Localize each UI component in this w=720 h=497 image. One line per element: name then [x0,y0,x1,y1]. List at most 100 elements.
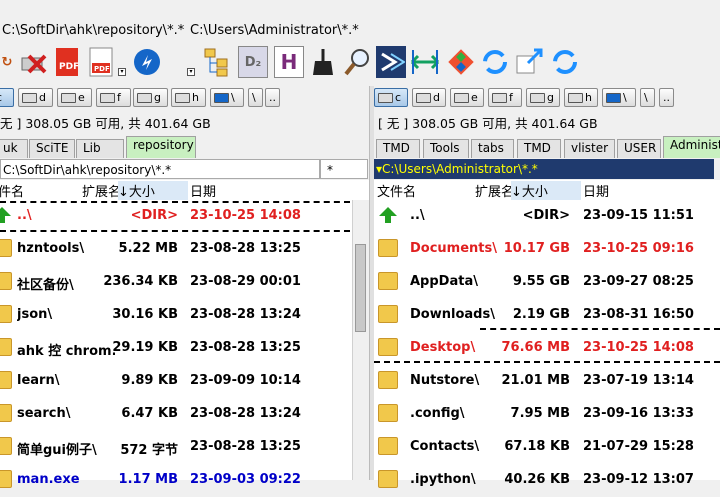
left-drive-f[interactable]: f [96,88,131,107]
right-file-row[interactable]: ..\ <DIR> 23-09-15 11:51 [374,200,720,233]
console-icon[interactable] [376,46,406,78]
left-root-button[interactable]: \ [248,88,263,107]
right-parent-button[interactable]: .. [659,88,674,107]
left-scroll-thumb[interactable] [355,244,366,332]
chevron-down-icon[interactable]: ▾ [374,162,382,176]
right-file-row[interactable]: Nutstore\ 21.01 MB 23-07-19 13:14 [374,365,720,398]
sync-alt-icon[interactable] [550,46,580,78]
left-drive-h[interactable]: h [171,88,206,107]
folder-icon [378,272,398,290]
left-tab-1[interactable]: uk [0,139,28,158]
folder-icon [378,338,398,356]
right-drive-f[interactable]: f [488,88,522,107]
folder-icon [0,404,12,422]
sync-icon[interactable] [480,46,510,78]
right-header-name[interactable]: 文件名 [377,181,416,200]
right-tab-2[interactable]: Tools [423,139,469,158]
left-header-ext[interactable]: 扩展名 [82,181,121,200]
right-file-row[interactable]: Downloads\ 2.19 GB 23-08-31 16:50 [374,299,720,332]
right-file-row[interactable]: Desktop\ 76.66 MB 23-10-25 14:08 [374,332,720,365]
file-date: 23-08-28 13:24 [190,406,301,421]
right-drive-e[interactable]: e [450,88,484,107]
right-drive-c[interactable]: c [374,88,408,107]
right-current-path[interactable]: C:\Users\Administrator\*.* [190,23,359,38]
right-header-date[interactable]: 日期 [583,181,609,200]
right-header-size[interactable]: ↓大小 [511,181,581,200]
left-file-row[interactable]: json\ 30.16 KB 23-08-28 13:24 [0,299,350,332]
left-column-headers: 件名 扩展名 ↓大小 日期 [0,180,370,201]
right-tab-4[interactable]: TMD [517,139,561,158]
left-drive-c[interactable]: c [0,88,14,107]
left-parent-button[interactable]: .. [265,88,280,107]
file-size: <DIR> [130,208,178,223]
left-file-row[interactable]: ahk 控 chrom...29.19 KB23-08-28 13:25 [0,332,350,365]
right-tab-5[interactable]: vlister [564,139,615,158]
left-file-row[interactable]: hzntools\ 5.22 MB 23-08-28 13:25 [0,233,350,266]
right-path-bar[interactable]: ▾C:\Users\Administrator\*.* [374,159,714,179]
right-file-row[interactable]: Documents\ 10.17 GB 23-10-25 09:16 [374,233,720,266]
broom-icon[interactable] [308,46,338,78]
left-drive-bar: c d e f g h \ \ .. [0,86,370,110]
right-drive-g[interactable]: g [526,88,560,107]
right-tab-7[interactable]: Administ [663,136,720,158]
right-root-button[interactable]: \ [640,88,655,107]
right-tab-3[interactable]: tabs [471,139,514,158]
file-date: 23-08-29 00:01 [190,274,301,289]
left-file-row[interactable]: search\ 6.47 KB 23-08-28 13:24 [0,398,350,431]
right-tab-6[interactable]: USER [617,139,661,158]
folder-icon [0,371,12,389]
left-drive-d[interactable]: d [18,88,53,107]
left-file-row[interactable]: 社区备份\ 236.34 KB 23-08-29 00:01 [0,266,350,299]
chevron-down-icon[interactable]: ▾ [187,68,195,76]
left-header-date[interactable]: 日期 [190,181,216,200]
right-file-row[interactable]: .ipython\ 40.26 KB 23-09-12 13:07 [374,464,720,497]
file-size: 10.17 GB [503,241,570,256]
left-filter[interactable]: * [320,159,368,179]
left-tab-2[interactable]: SciTE [29,139,75,158]
file-date: 23-09-09 10:14 [190,373,301,388]
folder-icon [0,338,12,356]
left-tab-3[interactable]: Lib [76,139,124,158]
d2-icon[interactable]: D₂ [238,46,268,78]
left-file-row[interactable]: learn\ 9.89 KB 23-09-09 10:14 [0,365,350,398]
right-file-row[interactable]: Contacts\ 67.18 KB 21-07-29 15:28 [374,431,720,464]
left-scrollbar[interactable] [352,200,369,480]
chevron-down-icon[interactable]: ▾ [118,68,126,76]
svg-text:PDF: PDF [59,62,79,72]
top-path-strip: C:\SoftDir\ahk\repository\*.* C:\Users\A… [0,20,720,42]
right-file-row[interactable]: .config\ 7.95 MB 23-09-16 13:33 [374,398,720,431]
left-tab-bar: uk SciTE Lib repository [0,136,370,158]
search-icon[interactable] [342,46,372,78]
file-date: 23-10-25 09:16 [583,241,694,256]
tree-icon[interactable] [202,46,232,78]
right-tab-1[interactable]: TMD [376,139,420,158]
folder-icon [378,437,398,455]
git-icon[interactable] [446,46,476,78]
sync-dirs-icon[interactable] [410,46,440,78]
left-file-row[interactable]: 简单gui例子\ 572 字节 23-08-28 13:25 [0,431,350,464]
file-size: 572 字节 [120,443,178,458]
up-arrow-icon [378,206,398,224]
new-window-icon[interactable] [514,46,544,78]
left-file-row[interactable]: ..\ <DIR> 23-10-25 14:08 [0,200,350,233]
right-file-row[interactable]: AppData\ 9.55 GB 23-09-27 08:25 [374,266,720,299]
h-icon[interactable]: H [274,46,304,78]
left-tab-4[interactable]: repository [126,136,196,158]
right-drive-d[interactable]: d [412,88,446,107]
right-header-ext[interactable]: 扩展名 [475,181,514,200]
pdf-icon[interactable]: PDF [52,46,82,78]
right-drive-network[interactable]: \ [602,88,636,107]
left-drive-e[interactable]: e [57,88,92,107]
left-header-size[interactable]: ↓大小 [118,181,188,200]
left-path-bar[interactable]: C:\SoftDir\ahk\repository\*.* [0,159,320,179]
edge-icon[interactable] [132,46,162,78]
left-drive-g[interactable]: g [133,88,168,107]
left-current-path[interactable]: C:\SoftDir\ahk\repository\*.* [2,23,184,38]
left-header-name[interactable]: 件名 [0,181,24,200]
left-file-row[interactable]: man.exe 1.17 MB 23-09-03 09:22 [0,464,350,497]
delete-icon[interactable] [18,46,48,78]
right-drive-h[interactable]: h [564,88,598,107]
folder-icon [0,437,12,455]
left-drive-network[interactable]: \ [210,88,244,107]
pdf-convert-icon[interactable]: PDF [86,46,116,78]
